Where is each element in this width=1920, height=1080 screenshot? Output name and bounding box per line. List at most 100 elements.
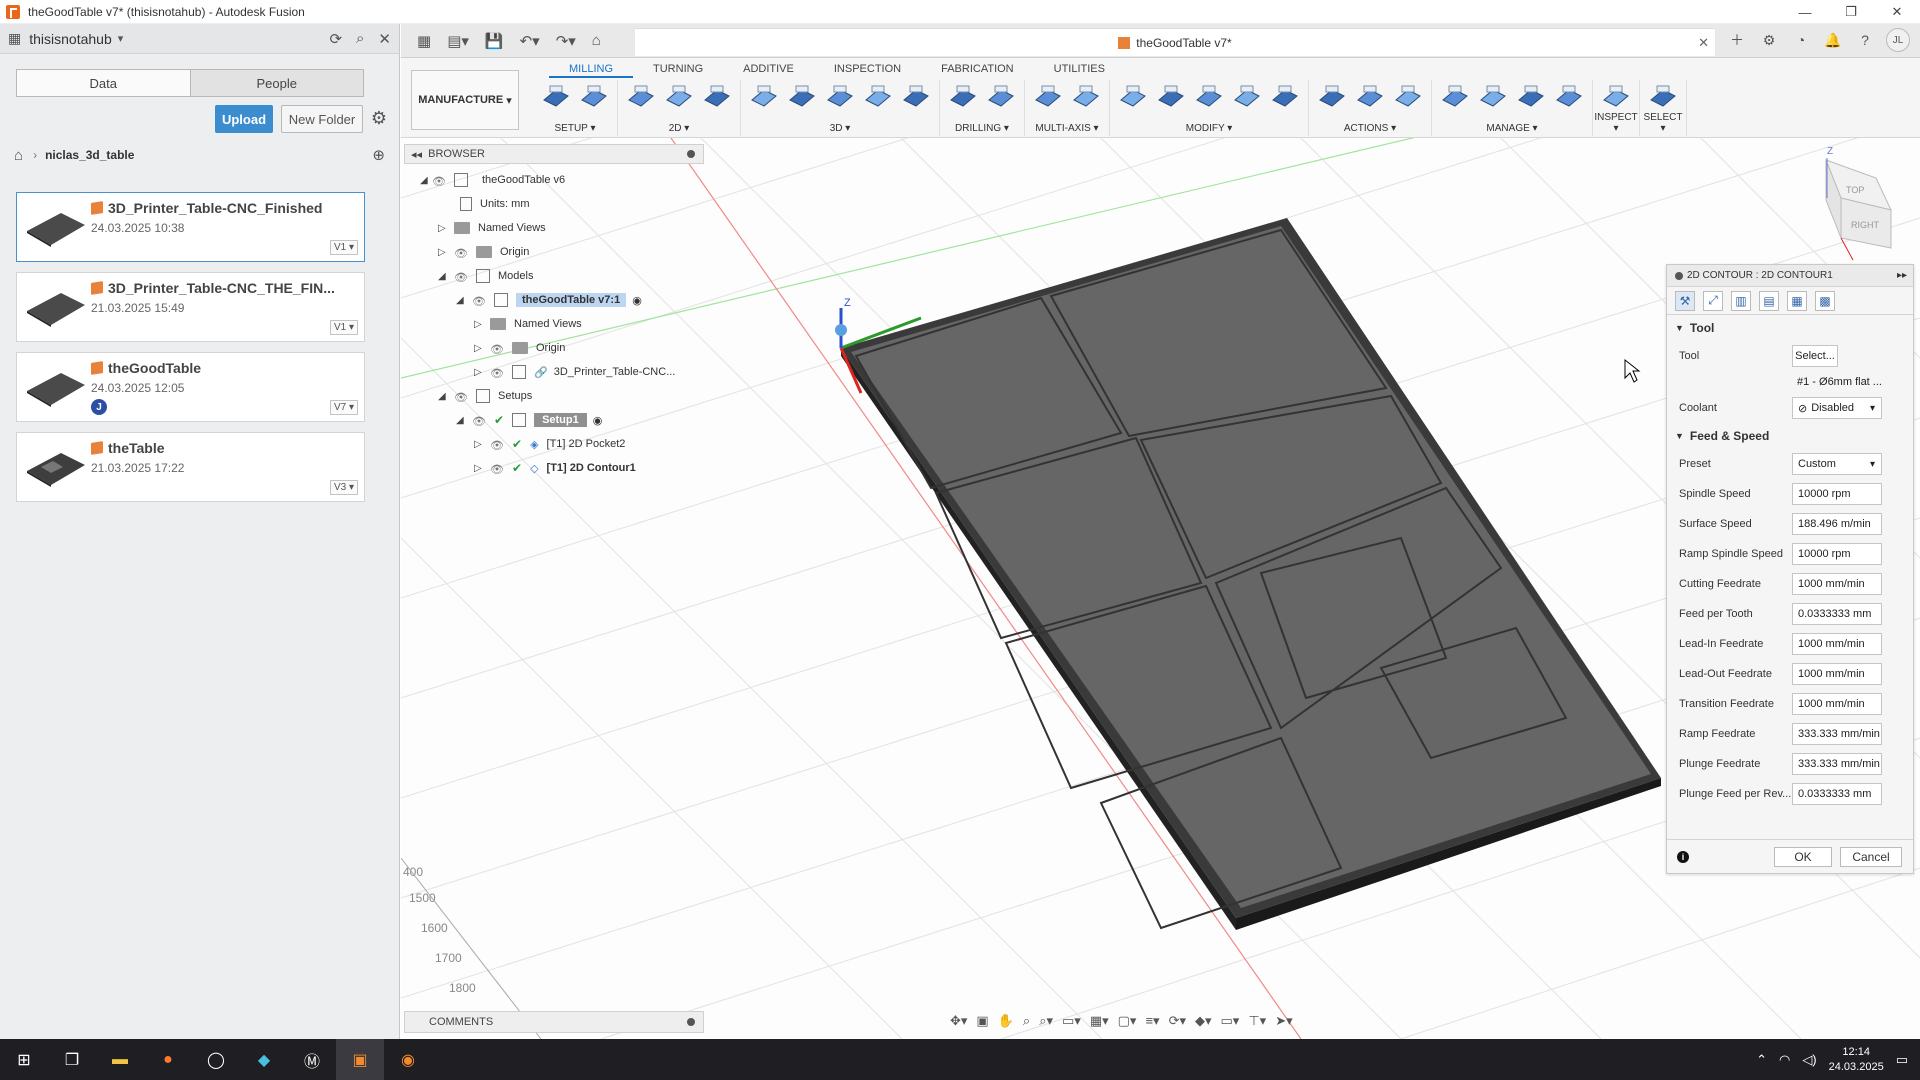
ribbon-tool-icon[interactable] [1230,82,1264,114]
ok-button[interactable]: OK [1774,846,1832,867]
ribbon-tool-icon[interactable] [1514,82,1548,114]
sections-icon[interactable]: ≡▾ [1145,1013,1159,1029]
task-view-icon[interactable]: ❐ [48,1039,96,1080]
tool-tab-icon[interactable]: ⚒ [1675,290,1695,311]
tab-people[interactable]: People [190,70,363,96]
pin-icon[interactable] [687,150,695,158]
heights-tab-icon[interactable]: ▥ [1731,290,1751,311]
ribbon-tool-icon[interactable] [1315,82,1349,114]
ribbon-tool-icon[interactable] [899,82,933,114]
tab-fabrication[interactable]: FABRICATION [921,60,1034,78]
field-input[interactable]: 188.496 m/min [1792,513,1882,535]
simulate-icon[interactable]: ➤▾ [1275,1013,1292,1029]
file-card[interactable]: theTable 21.03.2025 17:22 V3 ▾ [16,432,365,502]
collapse-icon[interactable]: ◂◂ [411,148,428,161]
ribbon-group-label[interactable]: SELECT ▾ [1640,112,1686,134]
ribbon-tool-icon[interactable] [823,82,857,114]
browser-item-named-views[interactable]: ▷ Named Views [474,312,582,336]
field-input[interactable]: 1000 mm/min [1792,693,1882,715]
tab-inspection[interactable]: INSPECTION [814,60,921,78]
orbit-icon[interactable]: ✥▾ [950,1013,967,1029]
ribbon-group-label[interactable]: 3D ▾ [741,123,939,134]
ribbon-tool-icon[interactable] [1192,82,1226,114]
ribbon-group-label[interactable]: INSPECT ▾ [1593,112,1639,134]
effects-icon[interactable]: ◆▾ [1195,1013,1212,1029]
job-status-icon[interactable]: ◔ [1790,28,1812,52]
ribbon-tool-icon[interactable] [1438,82,1472,114]
ribbon-tool-icon[interactable] [1599,82,1633,114]
viewports-icon[interactable]: ▢▾ [1118,1013,1137,1029]
browser-item-model[interactable]: ◢ 👁 theGoodTable v7:1 ◉ [456,288,642,312]
field-input[interactable]: 1000 mm/min [1792,573,1882,595]
field-input[interactable]: 333.333 mm/min [1792,723,1882,745]
apps-grid-icon[interactable]: ▦ [8,30,21,47]
file-explorer-icon[interactable]: ▬ [96,1039,144,1080]
camera-icon[interactable]: ▭▾ [1221,1013,1240,1029]
ribbon-group-label[interactable]: MANAGE ▾ [1432,123,1592,134]
info-icon[interactable]: i [1677,850,1689,863]
volume-icon[interactable]: ◁) [1802,1052,1816,1068]
field-input[interactable]: 10000 rpm [1792,483,1882,505]
slicer-icon[interactable]: ◉ [384,1039,432,1080]
ribbon-tool-icon[interactable] [1646,82,1680,114]
ribbon-tool-icon[interactable] [747,82,781,114]
ribbon-group-label[interactable]: 2D ▾ [618,123,740,134]
m-app-icon[interactable]: Ⓜ [288,1039,336,1080]
home-icon[interactable]: ⌂ [14,147,23,164]
notifications-icon[interactable]: ▭ [1896,1052,1908,1068]
start-icon[interactable]: ⊞ [0,1039,48,1080]
close-tab-icon[interactable]: ✕ [1698,35,1709,51]
ribbon-group-label[interactable]: DRILLING ▾ [940,123,1024,134]
geometry-tab-icon[interactable]: ⤢ [1703,290,1723,311]
file-menu-icon[interactable]: ▤▾ [447,32,469,50]
ribbon-group-label[interactable]: MODIFY ▾ [1110,123,1308,134]
tab-milling[interactable]: MILLING [549,60,634,78]
undo-icon[interactable]: ↶▾ [520,32,540,50]
new-tab-icon[interactable]: ＋ [1726,28,1748,52]
document-tab[interactable]: theGoodTable v7* ✕ [635,28,1715,56]
browser-item-setups[interactable]: ◢ 👁 Setups [438,384,532,408]
maximize-button[interactable]: ❐ [1828,0,1874,24]
ribbon-tool-icon[interactable] [1154,82,1188,114]
view-cube[interactable]: TOP RIGHT Z [1825,146,1892,249]
ribbon-tool-icon[interactable] [1116,82,1150,114]
chevron-up-icon[interactable]: ⌃ [1756,1052,1767,1068]
ribbon-tool-icon[interactable] [1268,82,1302,114]
comments-panel[interactable]: COMMENTS [404,1011,704,1033]
browser-header[interactable]: ◂◂ BROWSER [404,144,704,164]
pin-icon[interactable] [687,1018,695,1026]
extensions-icon[interactable]: ⚙ [1758,28,1780,52]
coolant-select[interactable]: ⊘ Disabled [1792,397,1882,419]
refresh-icon[interactable]: ⟳ [329,30,342,48]
file-card[interactable]: theGoodTable 24.03.2025 12:05 J V7 ▾ [16,352,365,422]
field-input[interactable]: 0.0333333 mm [1792,603,1882,625]
expand-icon[interactable]: ▸▸ [1897,270,1907,281]
hub-name[interactable]: thisisnotahub [29,31,112,47]
globe-icon[interactable]: ⊕ [372,146,385,164]
ribbon-tool-icon[interactable] [624,82,658,114]
browser-item-linked-component[interactable]: ▷ 👁 🔗 3D_Printer_Table-CNC... [474,360,675,384]
browser-item-root[interactable]: ◢ 👁 theGoodTable v6 [420,168,565,192]
ribbon-tool-icon[interactable] [1391,82,1425,114]
browser-item-setup1[interactable]: ◢ 👁 ✔ Setup1 ◉ [456,408,602,432]
ribbon-tool-icon[interactable] [1069,82,1103,114]
field-input[interactable]: 10000 rpm [1792,543,1882,565]
search-icon[interactable]: ⌕ [356,30,364,48]
fusion-taskbar-icon[interactable]: ▣ [336,1039,384,1080]
ribbon-tool-icon[interactable] [984,82,1018,114]
new-folder-button[interactable]: New Folder [281,105,363,133]
look-at-icon[interactable]: ▣ [976,1013,988,1029]
field-input[interactable]: 1000 mm/min [1792,633,1882,655]
minimize-button[interactable]: — [1782,0,1828,24]
ribbon-tool-icon[interactable] [785,82,819,114]
rotate-icon[interactable]: ⟳▾ [1169,1013,1186,1029]
ribbon-group-label[interactable]: MULTI-AXIS ▾ [1025,123,1109,134]
browser-item-origin[interactable]: ▷ 👁 Origin [438,240,529,264]
tool-select-button[interactable]: Select... [1792,345,1838,367]
firefox-icon[interactable]: ● [144,1039,192,1080]
browser-item-units[interactable]: Units: mm [460,192,530,216]
post-tab-icon[interactable]: ▩ [1815,290,1835,311]
upload-button[interactable]: Upload [215,105,273,133]
field-input[interactable]: 0.0333333 mm [1792,783,1882,805]
apps-grid-icon[interactable]: ▦ [417,32,431,50]
